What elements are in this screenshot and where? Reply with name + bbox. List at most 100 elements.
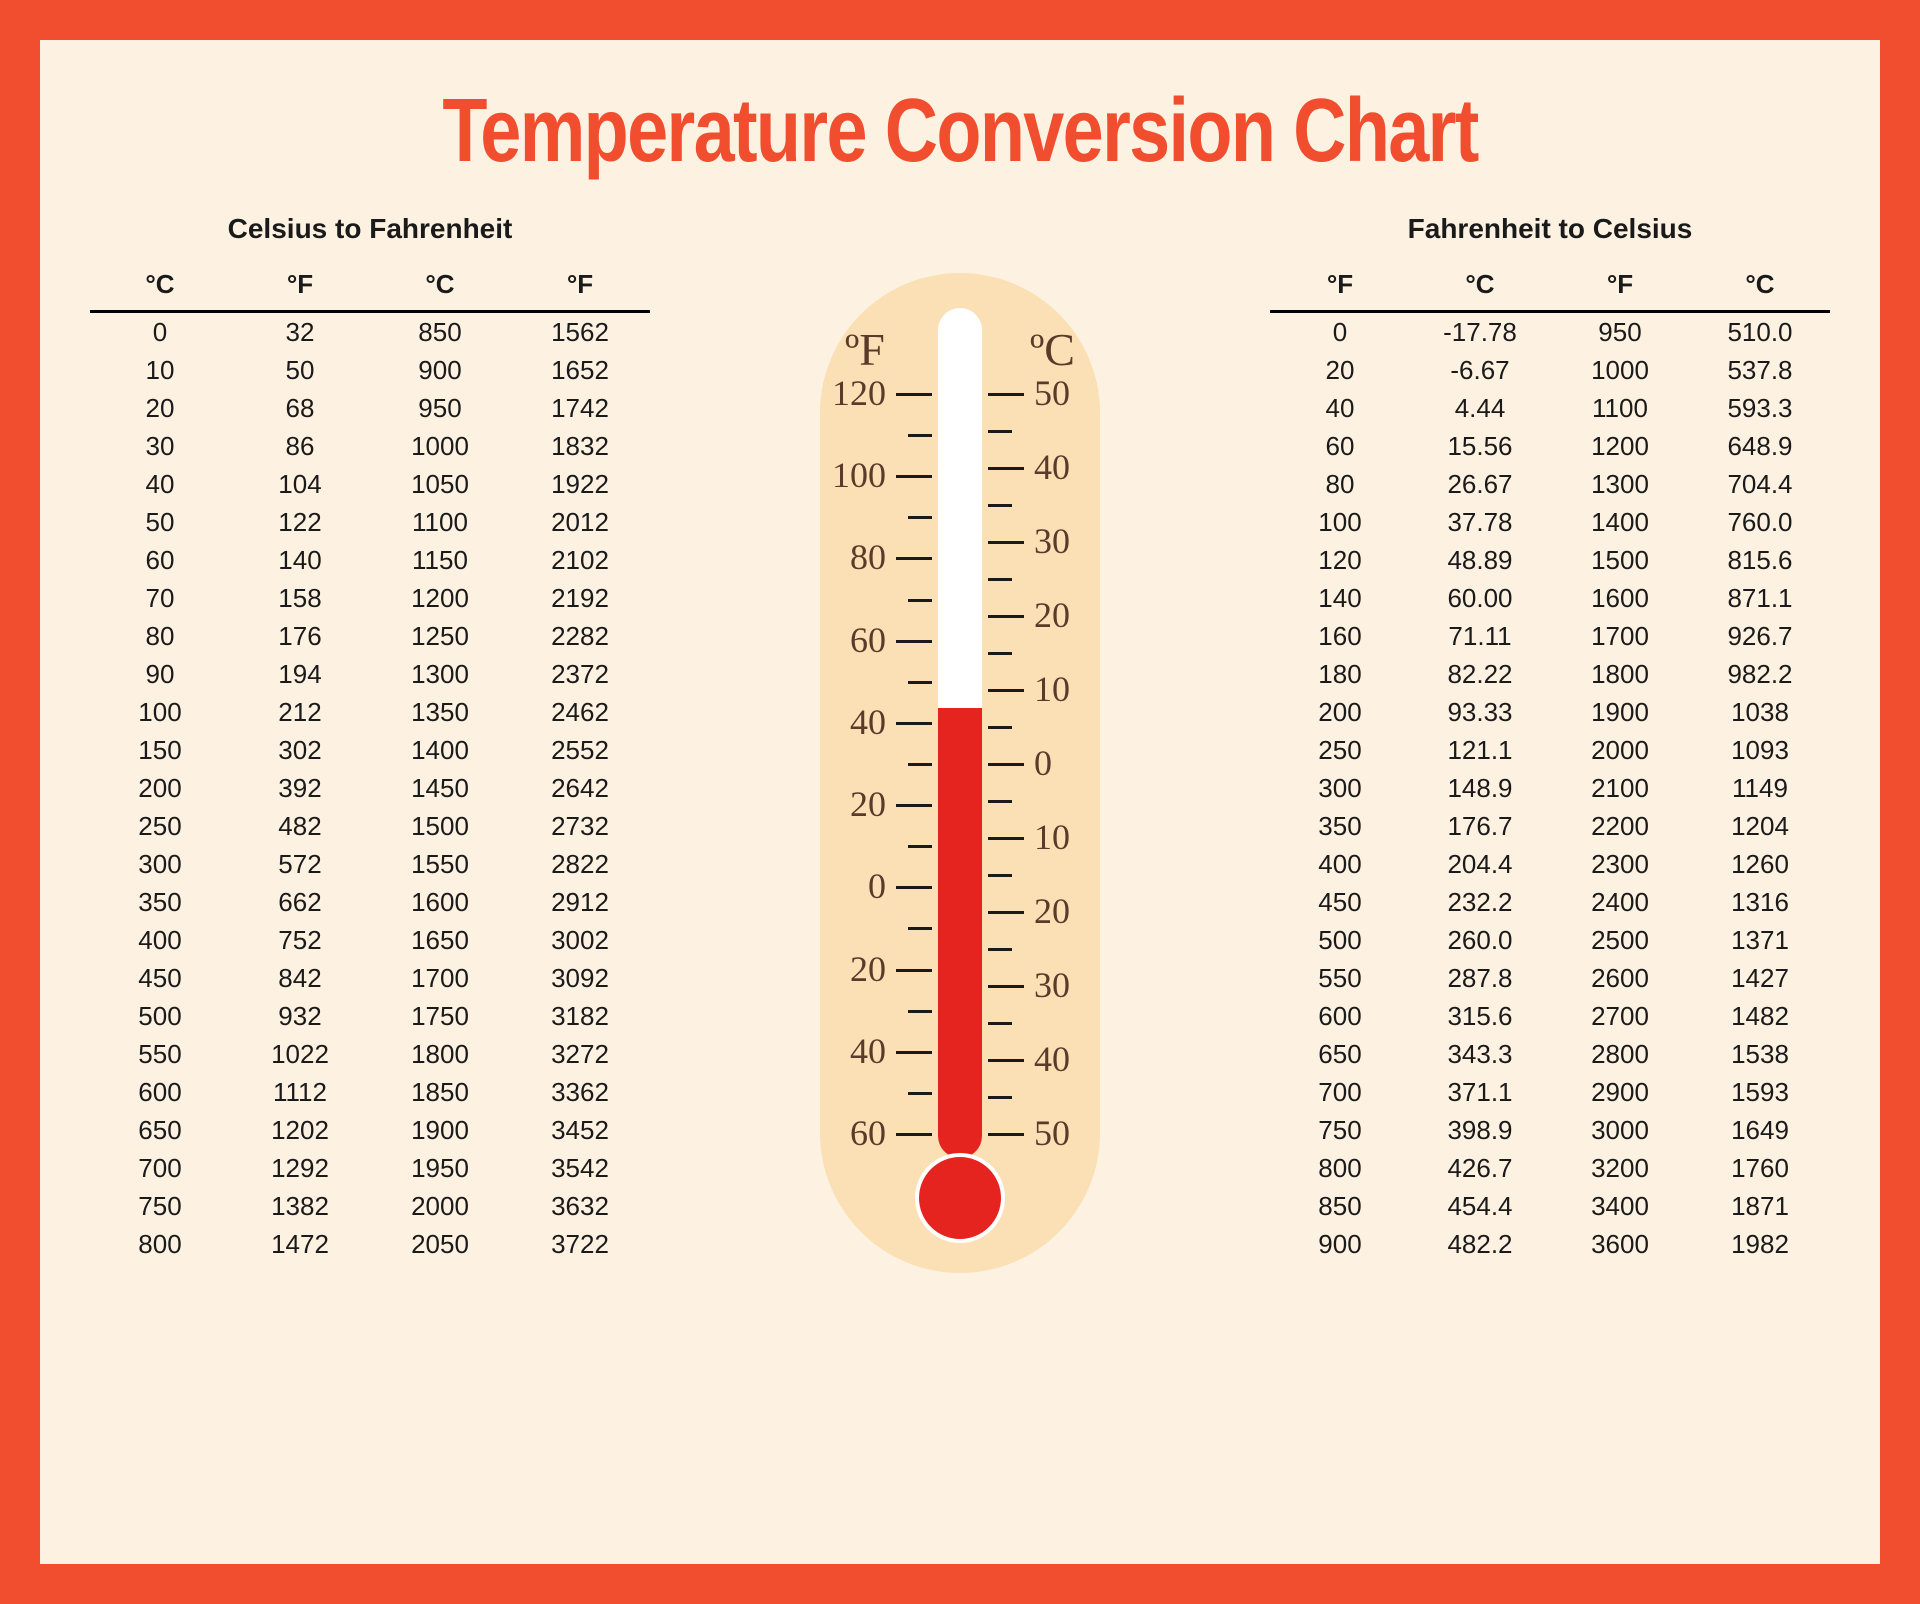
cell: 450 [1270, 883, 1410, 921]
cell: 120 [1270, 541, 1410, 579]
cell: 315.6 [1410, 997, 1550, 1035]
cell: 1650 [370, 921, 510, 959]
cell: 232.2 [1410, 883, 1550, 921]
tick-major [988, 615, 1024, 618]
cell: 3542 [510, 1149, 650, 1187]
cell: 2822 [510, 845, 650, 883]
cell: 350 [1270, 807, 1410, 845]
cell: 600 [1270, 997, 1410, 1035]
cell: 2800 [1550, 1035, 1690, 1073]
cell: 950 [370, 389, 510, 427]
table-row: 500260.025001371 [1270, 921, 1830, 959]
cell: 1000 [1550, 351, 1690, 389]
cell: 2700 [1550, 997, 1690, 1035]
cell: 2552 [510, 731, 650, 769]
table-row: 14060.001600871.1 [1270, 579, 1830, 617]
cell: 1000 [370, 427, 510, 465]
cell: 1100 [1550, 389, 1690, 427]
table-row: 6014011502102 [90, 541, 650, 579]
cell: 176.7 [1410, 807, 1550, 845]
f-tick-label: 100 [832, 454, 886, 496]
cell: 1800 [1550, 655, 1690, 693]
cell: 140 [1270, 579, 1410, 617]
cell: 1371 [1690, 921, 1830, 959]
right-heading: Fahrenheit to Celsius [1270, 213, 1830, 245]
cell: 70 [90, 579, 230, 617]
page-title: Temperature Conversion Chart [247, 80, 1674, 183]
cell: 1300 [370, 655, 510, 693]
cell: 1400 [370, 731, 510, 769]
cell: 1202 [230, 1111, 370, 1149]
cell: 3000 [1550, 1111, 1690, 1149]
cell: 1022 [230, 1035, 370, 1073]
cell: 1652 [510, 351, 650, 389]
cell: 800 [1270, 1149, 1410, 1187]
cell: 15.56 [1410, 427, 1550, 465]
cell: 2012 [510, 503, 650, 541]
cell: 900 [370, 351, 510, 389]
celsius-label: ºC [1030, 323, 1075, 376]
cell: 662 [230, 883, 370, 921]
cell: 148.9 [1410, 769, 1550, 807]
cell: 3272 [510, 1035, 650, 1073]
cell: 1472 [230, 1225, 370, 1263]
table-row: 600315.627001482 [1270, 997, 1830, 1035]
cell: 2100 [1550, 769, 1690, 807]
f-tick-label: 20 [850, 948, 886, 990]
cell: 2000 [1550, 731, 1690, 769]
c-tick-label: 50 [1034, 372, 1070, 414]
cell: 2600 [1550, 959, 1690, 997]
tick-minor [988, 1096, 1012, 1099]
cell: 1112 [230, 1073, 370, 1111]
cell: 2912 [510, 883, 650, 921]
cell: 1900 [1550, 693, 1690, 731]
cell: 842 [230, 959, 370, 997]
cell: 160 [1270, 617, 1410, 655]
cell: 2192 [510, 579, 650, 617]
cell: 93.33 [1410, 693, 1550, 731]
table-row: 404.441100593.3 [1270, 389, 1830, 427]
cell: 176 [230, 617, 370, 655]
c-tick-label: 10 [1034, 816, 1070, 858]
left-heading: Celsius to Fahrenheit [90, 213, 650, 245]
cell: 0 [90, 312, 230, 352]
thermometer-icon: ºF ºC 1201008060402002040605040302010010… [790, 273, 1130, 1293]
cell: 1871 [1690, 1187, 1830, 1225]
table-row: 800426.732001760 [1270, 1149, 1830, 1187]
cell: 1200 [370, 579, 510, 617]
cell: 1382 [230, 1187, 370, 1225]
cell: 1800 [370, 1035, 510, 1073]
table-row: 4010410501922 [90, 465, 650, 503]
cell: 2642 [510, 769, 650, 807]
tick-major [988, 393, 1024, 396]
table-row: 50093217503182 [90, 997, 650, 1035]
tick-major [988, 837, 1024, 840]
cell: 550 [90, 1035, 230, 1073]
cell: 140 [230, 541, 370, 579]
tick-major [988, 467, 1024, 470]
tick-minor [908, 763, 932, 766]
cell: 300 [1270, 769, 1410, 807]
tick-minor [908, 516, 932, 519]
cell: 537.8 [1690, 351, 1830, 389]
cell: 650 [90, 1111, 230, 1149]
tick-major [896, 722, 932, 725]
table-row: 8026.671300704.4 [1270, 465, 1830, 503]
c-tick-label: 20 [1034, 890, 1070, 932]
cell: 48.89 [1410, 541, 1550, 579]
cell: 194 [230, 655, 370, 693]
cell: 3722 [510, 1225, 650, 1263]
tick-minor [988, 726, 1012, 729]
cell: 1200 [1550, 427, 1690, 465]
cell: 82.22 [1410, 655, 1550, 693]
left-table-block: Celsius to Fahrenheit °C°F°C°F 032850156… [90, 213, 650, 1263]
cell: 50 [230, 351, 370, 389]
c-tick-label: 0 [1034, 742, 1052, 784]
cell: 2050 [370, 1225, 510, 1263]
f-tick-label: 60 [850, 619, 886, 661]
table-row: 45084217003092 [90, 959, 650, 997]
cell: 700 [1270, 1073, 1410, 1111]
cell: 122 [230, 503, 370, 541]
cell: 1538 [1690, 1035, 1830, 1073]
table-row: 350176.722001204 [1270, 807, 1830, 845]
